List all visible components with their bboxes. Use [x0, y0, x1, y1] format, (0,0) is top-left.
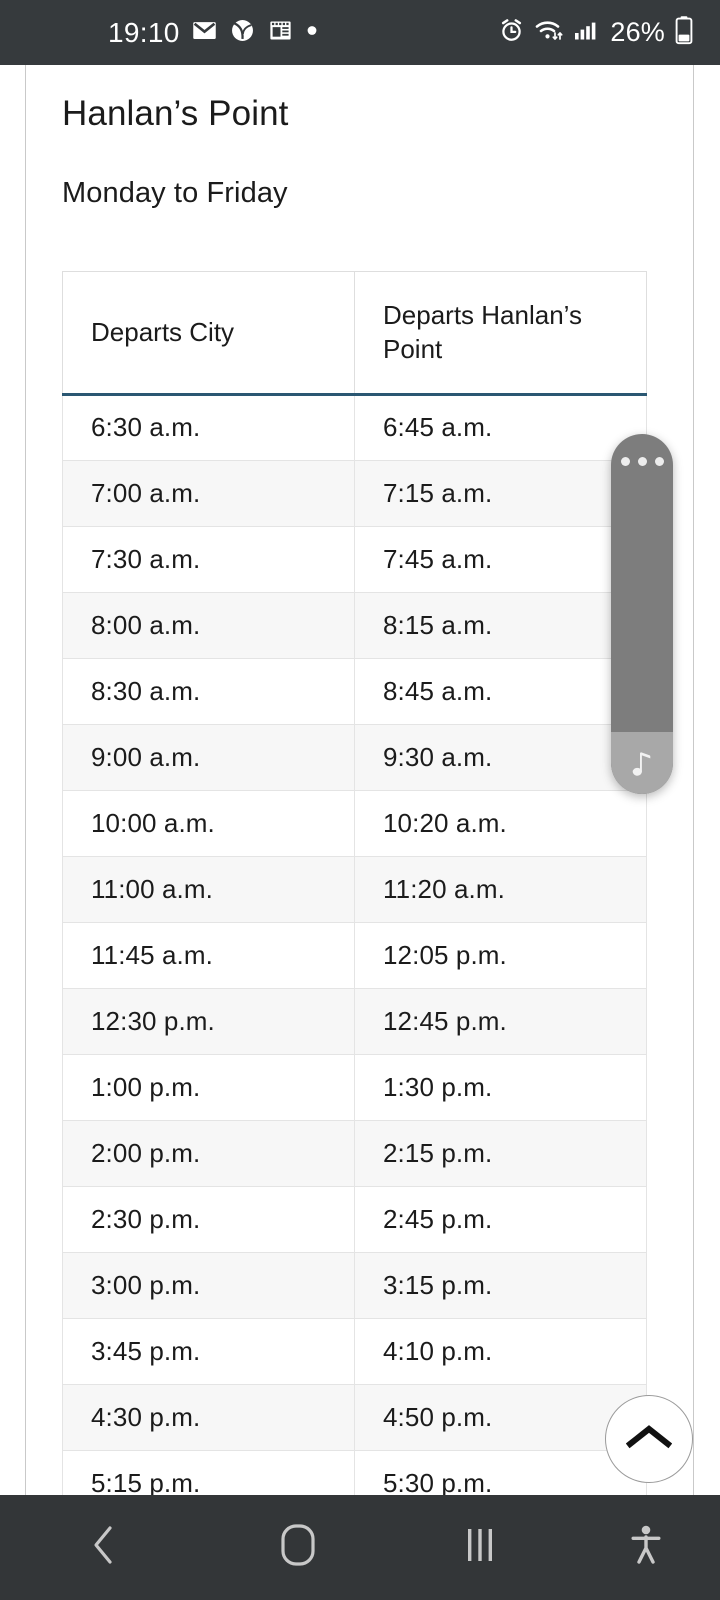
cell-departs-city: 8:00 a.m.: [62, 591, 355, 659]
cell-departs-city: 8:30 a.m.: [62, 657, 355, 725]
three-dots-icon[interactable]: [611, 457, 673, 466]
cell-departs-hanlans: 3:15 p.m.: [354, 1251, 647, 1319]
cell-departs-city: 12:30 p.m.: [62, 987, 355, 1055]
table-row: 2:00 p.m. 2:15 p.m.: [62, 1119, 647, 1187]
cell-departs-hanlans: 7:45 a.m.: [354, 525, 647, 593]
cell-departs-city: 10:00 a.m.: [62, 789, 355, 857]
cell-departs-city: 9:00 a.m.: [62, 723, 355, 791]
table-row: 1:00 p.m. 1:30 p.m.: [62, 1053, 647, 1121]
table-row: 7:30 a.m. 7:45 a.m.: [62, 525, 647, 593]
music-note-icon[interactable]: [611, 732, 673, 794]
cell-departs-city: 11:45 a.m.: [62, 921, 355, 989]
page-content: Hanlan’s Point Monday to Friday Departs …: [26, 65, 693, 1495]
cell-departs-hanlans: 11:20 a.m.: [354, 855, 647, 923]
phone-screen: 19:10 26% Hanlan’s Point Monday to Frida…: [0, 0, 720, 1600]
page-right-rail: [693, 65, 694, 1495]
table-header-row: Departs City Departs Hanlan’s Point: [62, 271, 647, 396]
browser-viewport[interactable]: Hanlan’s Point Monday to Friday Departs …: [0, 65, 720, 1495]
cell-departs-hanlans: 8:45 a.m.: [354, 657, 647, 725]
status-bar: 19:10 26%: [0, 0, 720, 65]
status-bar-right: 26%: [498, 15, 694, 50]
cell-departs-hanlans: 12:05 p.m.: [354, 921, 647, 989]
wifi-icon: [534, 17, 564, 49]
table-row: 4:30 p.m. 4:50 p.m.: [62, 1383, 647, 1451]
chevron-up-icon: [625, 1422, 673, 1457]
cell-departs-hanlans: 1:30 p.m.: [354, 1053, 647, 1121]
table-row: 12:30 p.m. 12:45 p.m.: [62, 987, 647, 1055]
cell-departs-hanlans: 12:45 p.m.: [354, 987, 647, 1055]
cell-departs-city: 7:30 a.m.: [62, 525, 355, 593]
cell-departs-hanlans: 7:15 a.m.: [354, 459, 647, 527]
cell-departs-city: 2:30 p.m.: [62, 1185, 355, 1253]
home-button[interactable]: [207, 1495, 389, 1600]
cell-departs-hanlans: 6:45 a.m.: [354, 393, 647, 461]
cell-departs-city: 2:00 p.m.: [62, 1119, 355, 1187]
table-row: 10:00 a.m. 10:20 a.m.: [62, 789, 647, 857]
cell-departs-hanlans: 10:20 a.m.: [354, 789, 647, 857]
cell-departs-hanlans: 8:15 a.m.: [354, 591, 647, 659]
battery-percent-label: 26%: [610, 17, 665, 47]
column-header-departs-hanlans: Departs Hanlan’s Point: [354, 271, 647, 396]
dot-3: [654, 457, 664, 466]
table-row: 11:45 a.m. 12:05 p.m.: [62, 921, 647, 989]
cell-departs-city: 7:00 a.m.: [62, 459, 355, 527]
cell-departs-city: 3:00 p.m.: [62, 1251, 355, 1319]
mail-icon: [191, 17, 218, 49]
cell-departs-hanlans: 4:50 p.m.: [354, 1383, 647, 1451]
status-bar-left: 19:10: [28, 17, 319, 49]
accessibility-person-icon: [628, 1523, 664, 1572]
page-subtitle: Monday to Friday: [62, 177, 288, 209]
alarm-icon: [498, 17, 525, 49]
back-button[interactable]: [0, 1495, 207, 1600]
page-title: Hanlan’s Point: [62, 94, 289, 133]
dot-icon: [305, 23, 319, 42]
table-row: 3:00 p.m. 3:15 p.m.: [62, 1251, 647, 1319]
cell-departs-city: 4:30 p.m.: [62, 1383, 355, 1451]
table-row: 6:30 a.m. 6:45 a.m.: [62, 393, 647, 461]
table-row: 5:15 p.m. 5:30 p.m.: [62, 1449, 647, 1495]
dot-1: [620, 457, 630, 466]
battery-icon: [674, 15, 694, 50]
table-row: 7:00 a.m. 7:15 a.m.: [62, 459, 647, 527]
cell-departs-city: 5:15 p.m.: [62, 1449, 355, 1495]
status-bar-clock: 19:10: [108, 16, 180, 48]
sports-ball-icon: [229, 17, 256, 49]
cell-departs-hanlans: 2:15 p.m.: [354, 1119, 647, 1187]
dot-2: [637, 457, 647, 466]
cell-departs-hanlans: 5:30 p.m.: [354, 1449, 647, 1495]
table-row: 9:00 a.m. 9:30 a.m.: [62, 723, 647, 791]
cellular-signal-icon: [573, 17, 599, 49]
cell-departs-city: 1:00 p.m.: [62, 1053, 355, 1121]
cell-departs-city: 6:30 a.m.: [62, 393, 355, 461]
cell-departs-city: 3:45 p.m.: [62, 1317, 355, 1385]
table-body: 6:30 a.m. 6:45 a.m. 7:00 a.m. 7:15 a.m. 7:30…: [62, 393, 647, 1495]
recents-bars-icon: [463, 1524, 497, 1571]
table-row: 8:00 a.m. 8:15 a.m.: [62, 591, 647, 659]
table-row: 3:45 p.m. 4:10 p.m.: [62, 1317, 647, 1385]
system-navigation-bar: [0, 1495, 720, 1600]
cell-departs-city: 11:00 a.m.: [62, 855, 355, 923]
column-header-departs-city: Departs City: [62, 271, 355, 396]
news-icon: [267, 17, 294, 49]
edge-panel-handle[interactable]: [611, 434, 673, 794]
table-row: 8:30 a.m. 8:45 a.m.: [62, 657, 647, 725]
cell-departs-hanlans: 4:10 p.m.: [354, 1317, 647, 1385]
chevron-left-icon: [89, 1524, 119, 1571]
table-row: 11:00 a.m. 11:20 a.m.: [62, 855, 647, 923]
ferry-schedule-table: Departs City Departs Hanlan’s Point 6:30…: [62, 271, 647, 1495]
scroll-to-top-button[interactable]: [605, 1395, 693, 1483]
cell-departs-hanlans: 9:30 a.m.: [354, 723, 647, 791]
home-square-icon: [278, 1522, 318, 1573]
accessibility-button[interactable]: [571, 1495, 720, 1600]
recents-button[interactable]: [389, 1495, 571, 1600]
table-row: 2:30 p.m. 2:45 p.m.: [62, 1185, 647, 1253]
cell-departs-hanlans: 2:45 p.m.: [354, 1185, 647, 1253]
